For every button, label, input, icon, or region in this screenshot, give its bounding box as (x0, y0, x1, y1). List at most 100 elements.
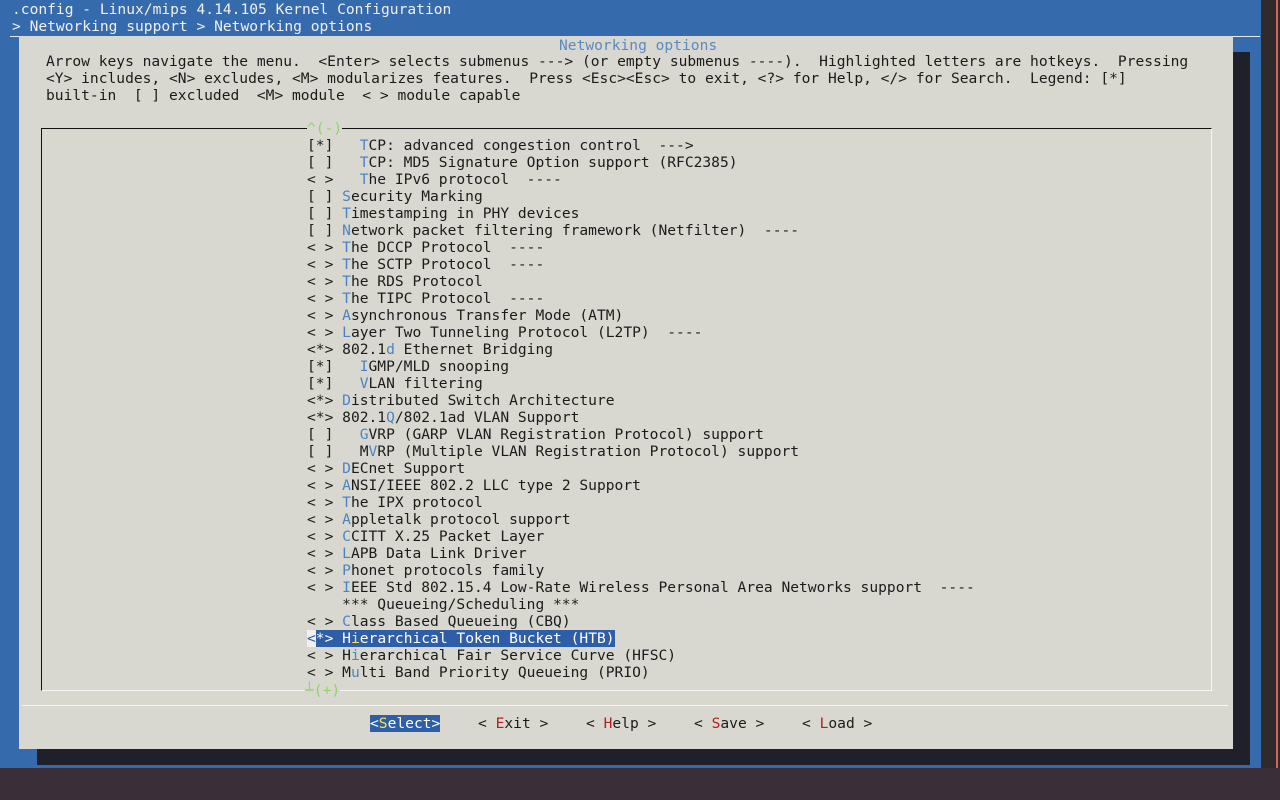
menu-item[interactable]: [ ] TCP: MD5 Signature Option support (R… (307, 154, 738, 171)
menu-item-state: < > (307, 613, 334, 630)
menu-item[interactable]: [*] TCP: advanced congestion control ---… (307, 137, 694, 154)
window-title: .config - Linux/mips 4.14.105 Kernel Con… (12, 1, 452, 18)
menu-item[interactable]: < > CCITT X.25 Packet Layer (307, 528, 544, 545)
menu-item[interactable]: < > Asynchronous Transfer Mode (ATM) (307, 307, 623, 324)
menu-item-state: [ ] (307, 188, 334, 205)
menu-item-label: GMP/MLD snooping (368, 358, 510, 375)
menu-item-label: istributed Switch Architecture (350, 392, 615, 409)
menu-item[interactable]: [ ] Security Marking (307, 188, 483, 205)
hotkey-letter: V (359, 375, 369, 392)
help-text-line-1: Arrow keys navigate the menu. <Enter> se… (46, 53, 1189, 70)
breadcrumb: > Networking support > Networking option… (12, 18, 373, 35)
load-button[interactable]: < Load > (802, 715, 872, 732)
menu-item[interactable]: < > ANSI/IEEE 802.2 LLC type 2 Support (307, 477, 641, 494)
hotkey-letter: I (342, 579, 351, 596)
hotkey-letter: T (359, 171, 369, 188)
menu-item-state: < > (307, 460, 334, 477)
menu-item[interactable]: [*] IGMP/MLD snooping (307, 358, 509, 375)
menu-item-state: <*> (307, 341, 334, 358)
menu-item[interactable]: < > Phonet protocols family (307, 562, 544, 579)
menu-item[interactable]: [ ] Timestamping in PHY devices (307, 205, 579, 222)
button-separator (22, 705, 1228, 706)
menu-item-label: EEE Std 802.15.4 Low-Rate Wireless Perso… (350, 579, 975, 596)
menu-item-label: ppletalk protocol support (350, 511, 571, 528)
menu-item-label: APB Data Link Driver (350, 545, 527, 562)
menu-item[interactable]: < > The IPX protocol (307, 494, 483, 511)
hotkey-letter: T (359, 137, 369, 154)
terminal-edge-accent (1276, 0, 1278, 800)
menu-item[interactable]: < > Multi Band Priority Queueing (PRIO) (307, 664, 650, 681)
hotkey-letter: d (386, 341, 395, 358)
menu-item-state: < > (307, 647, 334, 664)
menu-item[interactable]: < > DECnet Support (307, 460, 465, 477)
menu-item[interactable]: < > Hierarchical Fair Service Curve (HFS… (307, 647, 676, 664)
menu-item-label: ECnet Support (350, 460, 466, 477)
menu-item[interactable]: < > IEEE Std 802.15.4 Low-Rate Wireless … (307, 579, 975, 596)
menu-item[interactable]: < > LAPB Data Link Driver (307, 545, 527, 562)
menu-item-state: < > (307, 256, 334, 273)
menu-item[interactable]: *** Queueing/Scheduling *** (307, 596, 579, 613)
menu-item[interactable]: [ ] MVRP (Multiple VLAN Registration Pro… (307, 443, 799, 460)
menu-item-label: ecurity Marking (350, 188, 483, 205)
menu-item[interactable]: < > Appletalk protocol support (307, 511, 571, 528)
menu-item[interactable]: < > Class Based Queueing (CBQ) (307, 613, 571, 630)
menu-item-label: CP: advanced congestion control ---> (368, 137, 694, 154)
menu-item-state: < > (307, 290, 334, 307)
menu-item-label: he IPX protocol (350, 494, 483, 511)
hotkey-letter: G (359, 426, 369, 443)
hotkey-letter: C (342, 613, 351, 630)
menu-item-label: he RDS Protocol (350, 273, 483, 290)
hotkey-letter: T (342, 256, 351, 273)
select-button[interactable]: <Select> (370, 715, 441, 732)
menu-item-label: lti Band Priority Queueing (PRIO) (359, 664, 650, 681)
menu-item[interactable]: < > The SCTP Protocol ---- (307, 256, 544, 273)
hotkey-letter: C (342, 528, 351, 545)
menu-item-label: he SCTP Protocol ---- (350, 256, 545, 273)
hotkey-letter: T (342, 290, 351, 307)
menu-item-label: lass Based Queueing (CBQ) (350, 613, 571, 630)
menu-item-state: < > (307, 562, 334, 579)
scroll-up-indicator[interactable]: ^(-) (307, 120, 343, 137)
hotkey-letter: A (342, 477, 351, 494)
menu-item-state: < > (307, 324, 334, 341)
save-button[interactable]: < Save > (694, 715, 764, 732)
menu-item[interactable]: < > The IPv6 protocol ---- (307, 171, 562, 188)
menu-item-state: < > (307, 477, 334, 494)
menu-item-state: < > (307, 171, 334, 188)
menu-item-label: erarchical Fair Service Curve (HFSC) (359, 647, 677, 664)
menu-item[interactable]: [ ] GVRP (GARP VLAN Registration Protoco… (307, 426, 764, 443)
hotkey-letter: u (350, 664, 360, 681)
menu-item[interactable]: < > The RDS Protocol (307, 273, 483, 290)
menu-item-state: < > (307, 494, 334, 511)
menu-item[interactable]: < > The TIPC Protocol ---- (307, 290, 544, 307)
menu-item-label: honet protocols family (350, 562, 545, 579)
hotkey-letter: T (342, 205, 351, 222)
menu-item-label: he IPv6 protocol ---- (368, 171, 562, 188)
menu-item[interactable]: [ ] Network packet filtering framework (… (307, 222, 799, 239)
hotkey-letter: T (359, 154, 369, 171)
menu-item[interactable]: <*> 802.1Q/802.1ad VLAN Support (307, 409, 579, 426)
menu-item[interactable]: <*> Hierarchical Token Bucket (HTB) (307, 630, 615, 647)
menu-item[interactable]: <*> Distributed Switch Architecture (307, 392, 615, 409)
menu-item-state: < > (307, 511, 334, 528)
scroll-down-indicator[interactable]: ┴(+) (305, 682, 341, 699)
menu-item-label: CP: MD5 Signature Option support (RFC238… (368, 154, 738, 171)
menu-item-label: NSI/IEEE 802.2 LLC type 2 Support (350, 477, 641, 494)
hotkey-letter: V (368, 443, 378, 460)
menu-item[interactable]: [*] VLAN filtering (307, 375, 483, 392)
menu-item-label: ayer Two Tunneling Protocol (L2TP) ---- (350, 324, 703, 341)
menu-item[interactable]: < > Layer Two Tunneling Protocol (L2TP) … (307, 324, 702, 341)
menu-item-label: Ethernet Bridging (394, 341, 554, 358)
exit-button[interactable]: < Exit > (478, 715, 548, 732)
menu-list[interactable] (41, 128, 1212, 691)
menu-item-label: he DCCP Protocol ---- (350, 239, 545, 256)
menu-item-label: he TIPC Protocol ---- (350, 290, 545, 307)
menu-item-label: VRP (GARP VLAN Registration Protocol) su… (368, 426, 764, 443)
menu-item[interactable]: < > The DCCP Protocol ---- (307, 239, 544, 256)
hotkey-letter: P (342, 562, 351, 579)
menu-item[interactable]: <*> 802.1d Ethernet Bridging (307, 341, 553, 358)
menu-item-state: < > (307, 664, 334, 681)
hotkey-letter: D (342, 460, 351, 477)
help-button[interactable]: < Help > (586, 715, 656, 732)
menu-item-label: etwork packet filtering framework (Netfi… (350, 222, 800, 239)
